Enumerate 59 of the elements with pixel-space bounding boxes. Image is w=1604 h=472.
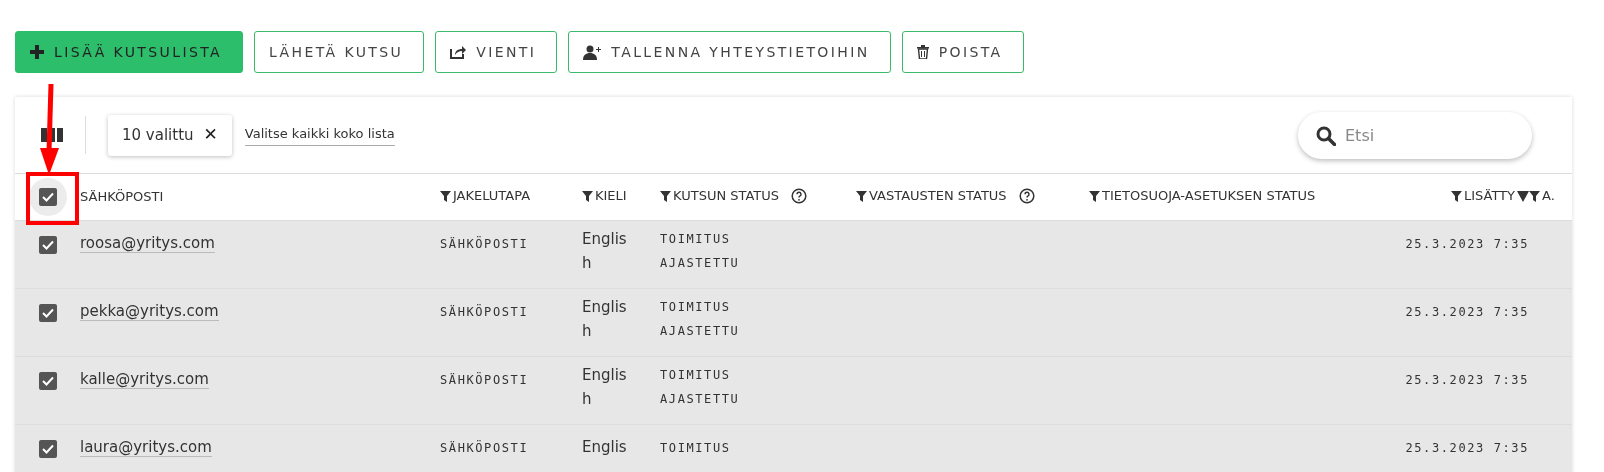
select-all-checkbox[interactable] <box>39 187 57 206</box>
column-header[interactable]: LISÄTTY <box>1463 186 1515 206</box>
trash-icon <box>916 45 929 59</box>
row-checkbox[interactable] <box>39 235 57 254</box>
email-link[interactable]: pekka@yritys.com <box>80 301 219 321</box>
table-cell: SÄHKÖPOSTI <box>440 236 529 251</box>
user-plus-icon <box>583 44 602 60</box>
table-cell: SÄHKÖPOSTI <box>440 304 529 319</box>
action-button[interactable]: TALLENNA YHTEYSTIETOIHIN <box>568 31 891 73</box>
table-cell: 25.3.2023 7:35 <box>1405 372 1529 387</box>
columns-button[interactable] <box>41 128 63 142</box>
table-cell: 25.3.2023 7:35 <box>1405 440 1529 455</box>
table-cell-text: TOIMITUS AJASTETTU <box>660 230 741 272</box>
search-field[interactable]: Etsi <box>1298 111 1532 159</box>
column-header[interactable]: VASTAUSTEN STATUS <box>869 186 1007 206</box>
table-cell-text: English <box>582 364 628 410</box>
filter-icon <box>1529 190 1540 202</box>
filter-icon <box>660 190 671 202</box>
row-checkbox[interactable] <box>39 303 57 322</box>
email-link[interactable]: roosa@yritys.com <box>80 233 215 253</box>
highlight-box <box>26 172 79 225</box>
email-link[interactable]: kalle@yritys.com <box>80 369 209 389</box>
table-cell-text: English <box>582 296 628 342</box>
column-header[interactable]: KUTSUN STATUS <box>673 186 780 206</box>
columns-icon <box>41 128 63 142</box>
filter-icon <box>440 190 451 202</box>
action-button[interactable]: POISTA <box>901 31 1024 73</box>
filter-icon <box>1089 190 1100 202</box>
column-header[interactable]: JAKELUTAPA <box>453 186 531 206</box>
table-cell-text: English <box>582 228 628 274</box>
action-button[interactable]: LÄHETÄ KUTSU <box>254 31 425 73</box>
table-cell: 25.3.2023 7:35 <box>1405 304 1529 319</box>
table-cell: SÄHKÖPOSTI <box>440 372 529 387</box>
select-all-link[interactable]: Valitse kaikki koko lista <box>244 123 395 147</box>
help-icon <box>791 188 808 205</box>
table-cell-text: TOIMITUS <box>660 439 732 457</box>
selection-count: 10 valittu <box>122 124 194 146</box>
column-header[interactable]: A. <box>1542 186 1555 206</box>
row-checkbox[interactable] <box>39 371 57 390</box>
filter-icon <box>856 190 867 202</box>
plus-icon <box>30 45 44 59</box>
action-button[interactable]: VIENTI <box>435 31 558 73</box>
table-cell-text: TOIMITUS AJASTETTU <box>660 366 741 408</box>
column-header[interactable]: SÄHKÖPOSTI <box>80 187 164 207</box>
column-header[interactable]: KIELI <box>595 186 627 206</box>
filter-icon <box>1450 190 1462 202</box>
add-list-button[interactable]: LISÄÄ KUTSULISTA <box>15 31 244 73</box>
email-link[interactable]: laura@yritys.com <box>80 437 212 457</box>
table-cell-text: TOIMITUS AJASTETTU <box>660 298 741 340</box>
close-button[interactable]: ✕ <box>203 122 218 148</box>
table-cell: 25.3.2023 7:35 <box>1405 236 1529 251</box>
filter-icon <box>582 190 593 202</box>
row-checkbox[interactable] <box>39 439 57 458</box>
share-icon <box>450 45 467 59</box>
table-cell: SÄHKÖPOSTI <box>440 440 529 455</box>
table-cell-text: Englis <box>582 436 628 458</box>
column-header[interactable]: TIETOSUOJA-ASETUKSEN STATUS <box>1102 186 1316 206</box>
help-icon <box>1018 188 1035 205</box>
sort-desc-icon <box>1517 190 1529 202</box>
